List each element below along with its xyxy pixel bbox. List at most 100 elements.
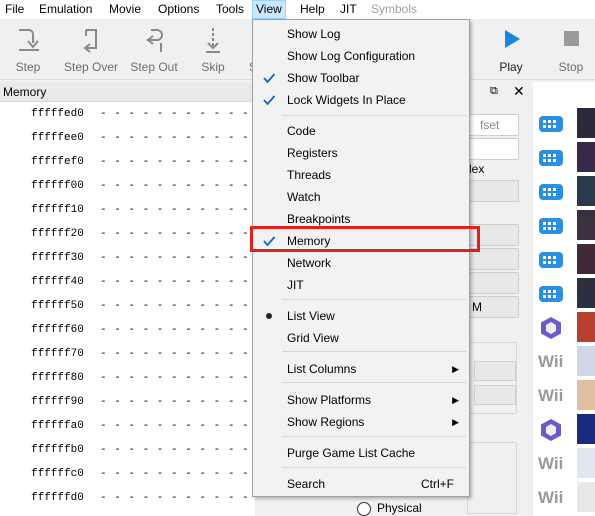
address-space-group bbox=[467, 442, 517, 514]
side-button-4[interactable]: M bbox=[467, 296, 519, 318]
game-row[interactable]: Wii bbox=[535, 346, 595, 378]
memory-address: fffffef0 bbox=[31, 156, 84, 168]
game-row[interactable] bbox=[535, 244, 595, 276]
memory-values: - - - - - - - - - - - bbox=[100, 300, 250, 312]
search-offset-field[interactable]: fset bbox=[467, 114, 519, 136]
menu-help[interactable]: Help bbox=[297, 1, 328, 18]
game-row[interactable] bbox=[535, 108, 595, 140]
wiiware-icon bbox=[538, 247, 564, 273]
side-button-3[interactable] bbox=[467, 272, 519, 294]
view-menu-item-purge-game-list-cache[interactable]: Purge Game List Cache bbox=[254, 442, 468, 464]
menu-movie[interactable]: Movie bbox=[106, 1, 144, 18]
find-next-button[interactable] bbox=[467, 180, 519, 202]
memory-values: - - - - - - - - - - - bbox=[100, 468, 250, 480]
menu-jit[interactable]: JIT bbox=[337, 1, 360, 18]
view-menu-item-code[interactable]: Code bbox=[254, 120, 468, 142]
side-combo-2[interactable] bbox=[474, 385, 516, 405]
side-group bbox=[467, 342, 517, 414]
game-row[interactable] bbox=[535, 312, 595, 344]
memory-address: ffffff00 bbox=[31, 180, 84, 192]
menu-tools[interactable]: Tools bbox=[213, 1, 247, 18]
memory-row[interactable]: fffffee0 - - - - - - - - - - - bbox=[0, 126, 255, 150]
memory-values: - - - - - - - - - - - bbox=[100, 348, 250, 360]
menu-emulation[interactable]: Emulation bbox=[36, 1, 95, 18]
memory-row[interactable]: ffffffc0 - - - - - - - - - - - bbox=[0, 462, 255, 486]
view-menu-item-label: Search bbox=[287, 477, 326, 491]
view-menu-item-list-columns[interactable]: List Columns ▶ bbox=[254, 358, 468, 380]
view-menu-item-grid-view[interactable]: Grid View bbox=[254, 327, 468, 349]
game-row[interactable] bbox=[535, 278, 595, 310]
memory-row[interactable]: ffffff60 - - - - - - - - - - - bbox=[0, 318, 255, 342]
close-icon[interactable]: ✕ bbox=[513, 83, 525, 100]
view-menu-item-show-regions[interactable]: Show Regions ▶ bbox=[254, 411, 468, 433]
menu-options[interactable]: Options bbox=[155, 1, 202, 18]
memory-row[interactable]: ffffff10 - - - - - - - - - - - bbox=[0, 198, 255, 222]
view-menu-item-lock-widgets-in-place[interactable]: Lock Widgets In Place bbox=[254, 89, 468, 111]
game-row[interactable]: Wii bbox=[535, 482, 595, 514]
memory-row[interactable]: ffffffd0 - - - - - - - - - - - bbox=[0, 486, 255, 510]
memory-row[interactable]: ffffff20 - - - - - - - - - - - bbox=[0, 222, 255, 246]
hex-option-label: lex bbox=[469, 162, 485, 176]
float-icon[interactable]: ⧉ bbox=[490, 85, 498, 98]
skip-button[interactable]: Skip bbox=[190, 19, 236, 79]
game-row[interactable]: Wii bbox=[535, 448, 595, 480]
step-icon bbox=[19, 29, 39, 51]
view-menu-item-watch[interactable]: Watch bbox=[254, 186, 468, 208]
stop-button[interactable]: Stop bbox=[550, 19, 592, 79]
step-button[interactable]: Step bbox=[2, 19, 54, 79]
view-menu-item-registers[interactable]: Registers bbox=[254, 142, 468, 164]
menu-symbols: Symbols bbox=[371, 2, 418, 16]
view-menu-item-show-log[interactable]: Show Log bbox=[254, 23, 468, 45]
side-combo-1[interactable] bbox=[474, 361, 516, 381]
view-menu-item-label: Show Regions bbox=[287, 415, 365, 429]
memory-address: ffffffa0 bbox=[31, 420, 84, 432]
memory-address: ffffff50 bbox=[31, 300, 84, 312]
view-menu-item-label: Network bbox=[287, 256, 332, 270]
m-text: M bbox=[472, 300, 482, 314]
memory-view[interactable]: fffffed0 - - - - - - - - - - - fffffee0 - -… bbox=[0, 102, 255, 516]
memory-row[interactable]: ffffffa0 - - - - - - - - - - - bbox=[0, 414, 255, 438]
game-cover bbox=[577, 278, 595, 308]
step-out-button[interactable]: Step Out bbox=[126, 19, 182, 79]
game-row[interactable] bbox=[535, 414, 595, 446]
view-menu-item-jit[interactable]: JIT bbox=[254, 274, 468, 296]
game-row[interactable] bbox=[535, 176, 595, 208]
memory-row[interactable]: ffffff00 - - - - - - - - - - - bbox=[0, 174, 255, 198]
memory-row[interactable]: ffffff70 - - - - - - - - - - - bbox=[0, 342, 255, 366]
game-row[interactable] bbox=[535, 210, 595, 242]
view-menu-item-search[interactable]: Search Ctrl+F bbox=[254, 473, 468, 495]
memory-values: - - - - - - - - - - - bbox=[100, 324, 250, 336]
memory-row[interactable]: fffffed0 - - - - - - - - - - - bbox=[0, 102, 255, 126]
value-field[interactable] bbox=[467, 138, 519, 160]
view-menu-item-threads[interactable]: Threads bbox=[254, 164, 468, 186]
view-menu-item-list-view[interactable]: List View bbox=[254, 305, 468, 327]
memory-row[interactable]: ffffff30 - - - - - - - - - - - bbox=[0, 246, 255, 270]
view-menu-item-label: Threads bbox=[287, 168, 332, 182]
view-menu-item-label: Grid View bbox=[287, 331, 339, 345]
game-row[interactable] bbox=[535, 142, 595, 174]
wii-icon: Wii bbox=[538, 386, 564, 405]
memory-values: - - - - - - - - - - - bbox=[100, 420, 250, 432]
memory-row[interactable]: ffffff90 - - - - - - - - - - - bbox=[0, 390, 255, 414]
menu-view[interactable]: View bbox=[252, 0, 286, 19]
memory-row[interactable]: ffffff40 - - - - - - - - - - - bbox=[0, 270, 255, 294]
game-row[interactable]: Wii bbox=[535, 380, 595, 412]
game-list[interactable]: Wii Wii Wii Wii bbox=[533, 82, 595, 516]
view-menu-item-label: Code bbox=[287, 124, 316, 138]
memory-address: ffffff30 bbox=[31, 252, 84, 264]
game-cover bbox=[577, 448, 595, 478]
wiiware-icon bbox=[538, 213, 564, 239]
view-menu-item-show-log-configuration[interactable]: Show Log Configuration bbox=[254, 45, 468, 67]
memory-row[interactable]: ffffff80 - - - - - - - - - - - bbox=[0, 366, 255, 390]
step-over-button[interactable]: Step Over bbox=[62, 19, 120, 79]
menu-file[interactable]: File bbox=[2, 1, 27, 18]
memory-row[interactable]: fffffef0 - - - - - - - - - - - bbox=[0, 150, 255, 174]
submenu-arrow-icon: ▶ bbox=[452, 395, 459, 405]
view-menu-item-show-toolbar[interactable]: Show Toolbar bbox=[254, 67, 468, 89]
memory-row[interactable]: ffffff50 - - - - - - - - - - - bbox=[0, 294, 255, 318]
memory-row[interactable]: ffffffb0 - - - - - - - - - - - bbox=[0, 438, 255, 462]
view-menu-item-network[interactable]: Network bbox=[254, 252, 468, 274]
play-button[interactable]: Play bbox=[490, 19, 532, 79]
view-menu-item-show-platforms[interactable]: Show Platforms ▶ bbox=[254, 389, 468, 411]
physical-radio[interactable] bbox=[357, 502, 371, 516]
